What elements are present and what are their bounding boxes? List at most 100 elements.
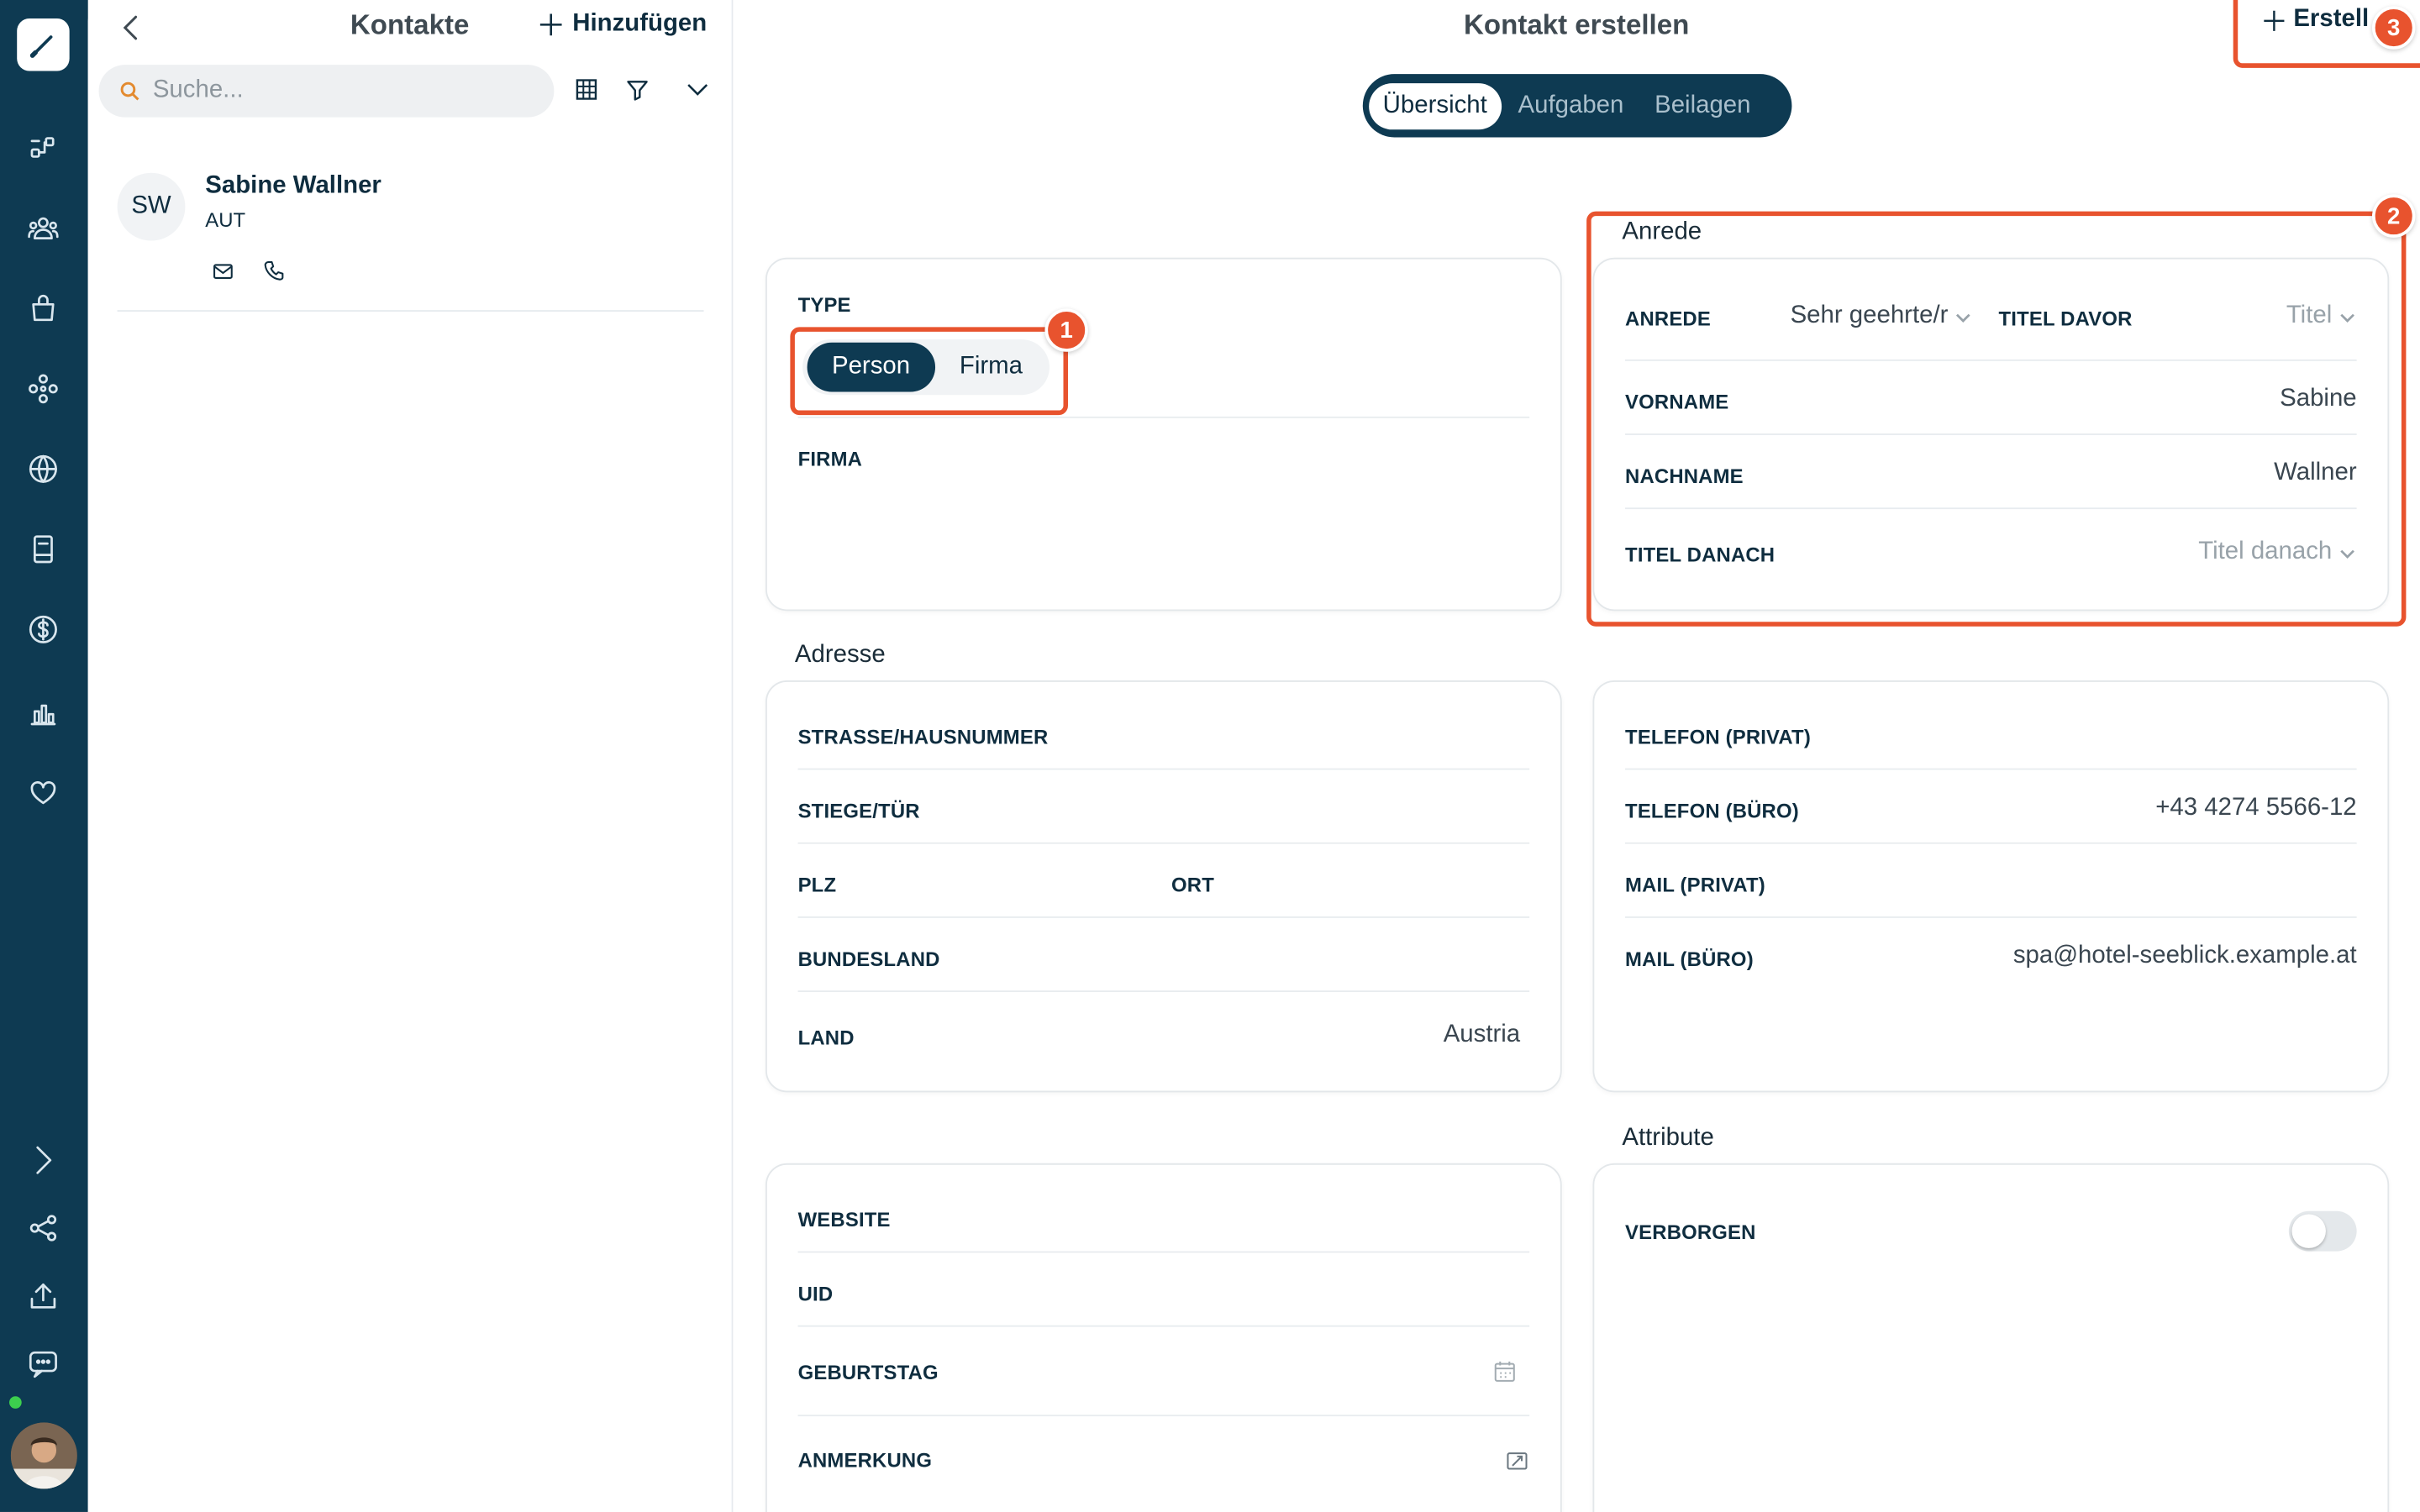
vorname-input[interactable]: Sabine [2280,386,2357,413]
plz-ort-row[interactable]: PLZ ORT [797,844,1530,918]
website-row[interactable]: WEBSITE [797,1165,1530,1253]
anrede-select[interactable]: Sehr geehrte/r [1791,302,1973,330]
telefon-buero-row[interactable]: TELEFON (BÜRO) +43 4274 5566-12 [1625,770,2357,844]
anmerkung-row[interactable]: ANMERKUNG [798,1416,1530,1506]
strasse-label: STRASSE/HAUSNUMMER [797,725,1049,748]
book-icon[interactable] [24,531,61,568]
online-status-dot [8,1394,24,1410]
titel-davor-select[interactable]: Titel [2286,302,2357,330]
titel-davor-label: TITEL DAVOR [1998,307,2133,331]
titel-danach-select[interactable]: Titel danach [2198,538,2356,566]
tab-aufgaben[interactable]: Aufgaben [1504,82,1638,129]
nachname-input[interactable]: Wallner [2274,459,2357,487]
tab-bar: Übersicht Aufgaben Beilagen [1362,74,1792,138]
list-item[interactable]: SW Sabine Wallner AUT [117,170,704,312]
nachname-row: NACHNAME Wallner [1625,435,2357,510]
anmerkung-label: ANMERKUNG [797,1448,933,1473]
weitere-card: WEBSITE UID GEBURTSTAG ANMERKUNG [765,1163,1562,1512]
geburtstag-label: GEBURTSTAG [797,1360,939,1384]
bundesland-label: BUNDESLAND [797,947,940,971]
type-label: TYPE [797,292,851,317]
tab-uebersicht[interactable]: Übersicht [1369,82,1502,129]
adresse-section-title: Adresse [794,642,886,669]
kontakt-card: TELEFON (PRIVAT) TELEFON (BÜRO) +43 4274… [1592,680,2390,1093]
app-logo[interactable] [17,18,70,71]
stiege-row[interactable]: STIEGE/TÜR [797,770,1530,844]
chat-icon[interactable] [24,1346,61,1383]
mail-privat-label: MAIL (PRIVAT) [1625,873,1765,897]
mail-buero-row[interactable]: MAIL (BÜRO) spa@hotel-seeblick.example.a… [1625,918,2357,992]
network-icon[interactable] [24,370,61,407]
strasse-row[interactable]: STRASSE/HAUSNUMMER [797,682,1530,770]
type-card: TYPE FIRMA [765,257,1562,612]
phone-icon[interactable] [262,260,287,284]
firma-label: FIRMA [797,447,863,471]
telefon-privat-row[interactable]: TELEFON (PRIVAT) [1625,682,2357,770]
land-value: Austria [1443,1021,1521,1048]
globe-icon[interactable] [24,450,61,487]
dollar-icon[interactable] [24,611,61,648]
step-badge-2: 2 [2372,194,2416,238]
contact-name: Sabine Wallner [205,172,381,199]
uid-label: UID [797,1282,834,1305]
page-title: Kontakt erstellen [1464,9,1690,40]
verborgen-label: VERBORGEN [1625,1220,1756,1244]
plz-label: PLZ [797,873,837,897]
step-badge-3: 3 [2372,6,2416,50]
mail-buero-label: MAIL (BÜRO) [1625,947,1754,971]
titel-danach-label: TITEL DANACH [1625,543,1776,567]
step-badge-1: 1 [1044,308,1088,352]
anrede-label: ANREDE [1625,307,1711,331]
titel-danach-placeholder: Titel danach [2198,538,2333,565]
adresse-card: STRASSE/HAUSNUMMER STIEGE/TÜR PLZ ORT BU… [765,680,1562,1093]
chevron-down-icon [2338,307,2357,325]
users-icon[interactable] [24,210,61,247]
share-icon[interactable] [24,1210,61,1247]
shopping-bag-icon[interactable] [24,290,61,327]
verborgen-toggle[interactable] [2288,1210,2357,1252]
bar-chart-icon[interactable] [24,695,61,732]
attribute-card: VERBORGEN [1592,1163,2390,1512]
mail-privat-row[interactable]: MAIL (PRIVAT) [1625,844,2357,918]
expand-textarea-icon[interactable] [1505,1449,1529,1482]
divider [797,416,1530,418]
nav-rail [0,0,88,1512]
chevron-down-icon [1954,307,1973,325]
back-chevron-icon[interactable] [116,13,147,44]
geburtstag-row[interactable]: GEBURTSTAG [797,1327,1530,1417]
land-label: LAND [797,1026,855,1049]
titel-danach-row: TITEL DANACH Titel danach [1625,509,2357,601]
chevron-down-icon [2338,543,2357,561]
table-view-icon[interactable] [572,76,603,107]
upload-icon[interactable] [24,1278,61,1315]
search-box[interactable] [98,65,555,118]
type-option-person[interactable]: Person [807,342,935,392]
add-contact-label: Hinzufügen [572,10,708,38]
search-input[interactable] [152,76,508,105]
chevron-right-icon[interactable] [24,1142,61,1179]
uid-row[interactable]: UID [797,1252,1530,1327]
bundesland-row[interactable]: BUNDESLAND [797,918,1530,992]
telefon-buero-value: +43 4274 5566-12 [2155,794,2357,822]
telefon-privat-label: TELEFON (PRIVAT) [1625,725,1811,748]
vorname-row: VORNAME Sabine [1625,361,2357,435]
mail-icon[interactable] [212,260,236,284]
add-contact-button[interactable]: Hinzufügen [539,11,707,39]
land-row[interactable]: LAND Austria [798,992,1521,1082]
toggle-knob [2291,1214,2326,1248]
filter-icon[interactable] [623,76,655,107]
anrede-value: Sehr geehrte/r [1790,302,1949,329]
ort-label: ORT [1171,873,1215,897]
type-option-firma[interactable]: Firma [934,343,1047,392]
tab-beilagen[interactable]: Beilagen [1641,82,1765,129]
brush-logo-icon [29,35,53,58]
website-label: WEBSITE [797,1208,891,1231]
calendar-icon[interactable] [1492,1359,1517,1392]
stiege-label: STIEGE/TÜR [797,799,920,822]
telefon-buero-label: TELEFON (BÜRO) [1625,799,1799,822]
chevron-down-icon[interactable] [684,76,715,107]
attribute-section-title: Attribute [1622,1124,1714,1152]
user-avatar[interactable] [10,1422,77,1489]
heart-icon[interactable] [24,774,61,811]
workflow-icon[interactable] [24,129,61,166]
